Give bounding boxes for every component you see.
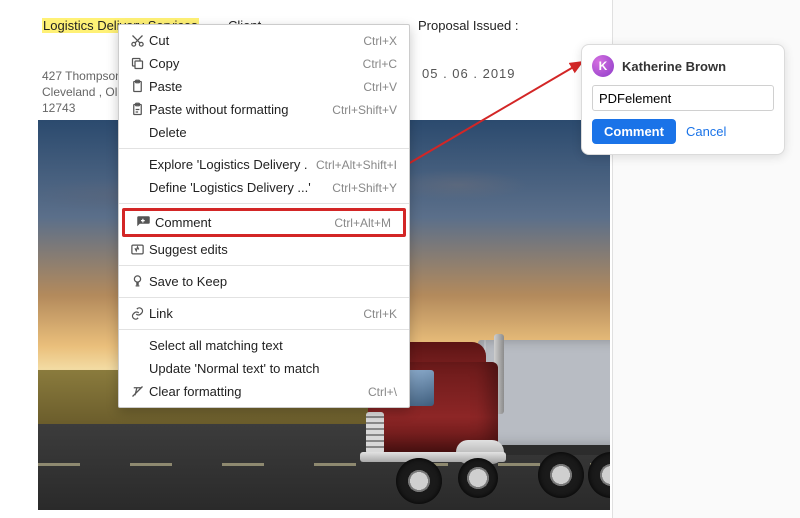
menu-separator — [119, 297, 409, 298]
menu-label: Link — [147, 306, 355, 321]
menu-label: Select all matching text — [147, 338, 389, 353]
menu-shortcut: Ctrl+Shift+Y — [324, 181, 397, 195]
cancel-button[interactable]: Cancel — [686, 124, 726, 139]
link-icon — [127, 305, 147, 323]
proposal-issued-label: Proposal Issued : — [388, 18, 602, 33]
menu-save-to-keep[interactable]: Save to Keep — [119, 270, 409, 293]
comment-button[interactable]: Comment — [592, 119, 676, 144]
menu-shortcut: Ctrl+K — [355, 307, 397, 321]
menu-label: Clear formatting — [147, 384, 360, 399]
menu-label: Paste — [147, 79, 355, 94]
cut-icon — [127, 32, 147, 50]
menu-update-normal-text[interactable]: Update 'Normal text' to match — [119, 357, 409, 380]
menu-label: Update 'Normal text' to match — [147, 361, 389, 376]
paste-icon — [127, 78, 147, 96]
menu-separator — [119, 265, 409, 266]
comment-author: Katherine Brown — [622, 59, 726, 74]
menu-suggest-edits[interactable]: Suggest edits — [119, 238, 409, 261]
menu-separator — [119, 203, 409, 204]
context-menu: Cut Ctrl+X Copy Ctrl+C Paste Ctrl+V Past… — [118, 24, 410, 408]
menu-comment[interactable]: Comment Ctrl+Alt+M — [125, 211, 403, 234]
address-line: Cleveland , Ol — [42, 84, 122, 100]
comment-popup-header: K Katherine Brown — [592, 55, 774, 77]
blank-icon — [127, 337, 147, 355]
annotation-highlight: Comment Ctrl+Alt+M — [122, 208, 406, 237]
address-block: 427 Thompson Cleveland , Ol 12743 — [42, 68, 122, 117]
copy-icon — [127, 55, 147, 73]
blank-icon — [127, 124, 147, 142]
menu-shortcut: Ctrl+Alt+Shift+I — [308, 158, 397, 172]
blank-icon — [127, 156, 147, 174]
menu-shortcut: Ctrl+C — [355, 57, 397, 71]
suggest-icon — [127, 241, 147, 259]
avatar: K — [592, 55, 614, 77]
menu-cut[interactable]: Cut Ctrl+X — [119, 29, 409, 52]
menu-shortcut: Ctrl+Alt+M — [326, 216, 391, 230]
menu-shortcut: Ctrl+Shift+V — [324, 103, 397, 117]
menu-separator — [119, 329, 409, 330]
menu-copy[interactable]: Copy Ctrl+C — [119, 52, 409, 75]
address-line: 12743 — [42, 100, 122, 116]
menu-label: Save to Keep — [147, 274, 389, 289]
menu-separator — [119, 148, 409, 149]
menu-label: Paste without formatting — [147, 102, 324, 117]
blank-icon — [127, 179, 147, 197]
menu-label: Delete — [147, 125, 389, 140]
menu-delete[interactable]: Delete — [119, 121, 409, 144]
keep-icon — [127, 273, 147, 291]
menu-label: Copy — [147, 56, 355, 71]
paste-plain-icon — [127, 101, 147, 119]
menu-shortcut: Ctrl+X — [355, 34, 397, 48]
address-line: 427 Thompson — [42, 68, 122, 84]
comment-popup: K Katherine Brown Comment Cancel — [581, 44, 785, 155]
menu-label: Suggest edits — [147, 242, 389, 257]
menu-link[interactable]: Link Ctrl+K — [119, 302, 409, 325]
menu-label: Define 'Logistics Delivery ...' — [147, 180, 324, 195]
proposal-date: 05 . 06 . 2019 — [422, 66, 516, 81]
menu-clear-formatting[interactable]: Clear formatting Ctrl+\ — [119, 380, 409, 403]
comment-actions: Comment Cancel — [592, 119, 774, 144]
menu-label: Cut — [147, 33, 355, 48]
menu-label: Explore 'Logistics Delivery ...' — [147, 157, 308, 172]
menu-explore[interactable]: Explore 'Logistics Delivery ...' Ctrl+Al… — [119, 153, 409, 176]
menu-select-all-matching[interactable]: Select all matching text — [119, 334, 409, 357]
menu-paste[interactable]: Paste Ctrl+V — [119, 75, 409, 98]
menu-paste-without-formatting[interactable]: Paste without formatting Ctrl+Shift+V — [119, 98, 409, 121]
menu-define[interactable]: Define 'Logistics Delivery ...' Ctrl+Shi… — [119, 176, 409, 199]
comment-input[interactable] — [592, 85, 774, 111]
menu-shortcut: Ctrl+\ — [360, 385, 397, 399]
menu-label: Comment — [153, 215, 326, 230]
blank-icon — [127, 360, 147, 378]
add-comment-icon — [133, 214, 153, 232]
menu-shortcut: Ctrl+V — [355, 80, 397, 94]
clear-format-icon — [127, 383, 147, 401]
